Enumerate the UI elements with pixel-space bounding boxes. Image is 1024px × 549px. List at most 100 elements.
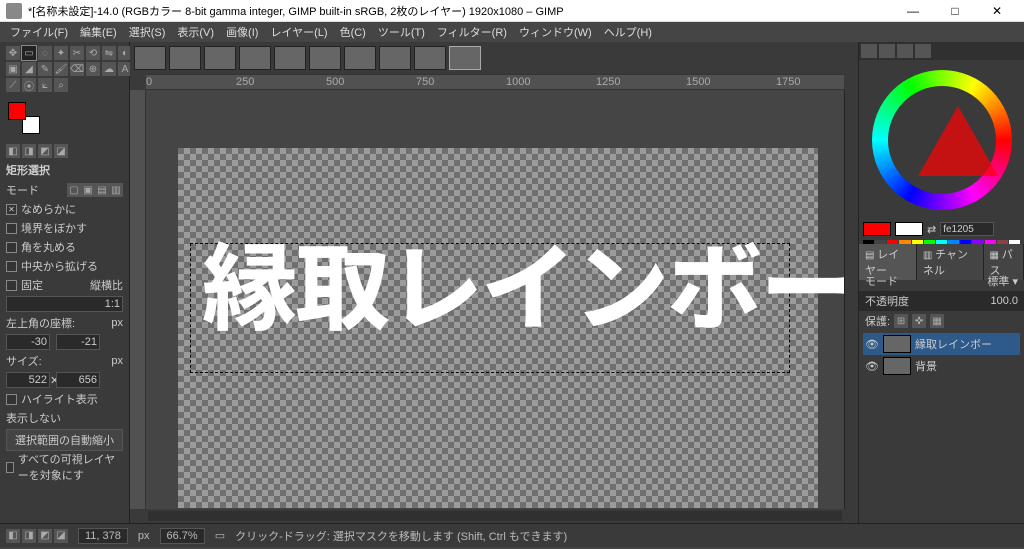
alllayers-checkbox[interactable] [6,462,14,473]
tool-rect-select[interactable]: ▭ [22,46,36,60]
horizontal-scrollbar[interactable] [130,509,858,523]
tool-move[interactable]: ✥ [6,46,20,60]
tool-clone[interactable]: ⊕ [86,62,100,76]
round-checkbox[interactable] [6,242,17,253]
visibility-icon[interactable]: 👁 [865,360,879,373]
tool-measure[interactable]: ⟀ [38,78,52,92]
antialias-checkbox[interactable]: ✕ [6,204,17,215]
fg-bg-color[interactable] [8,102,40,134]
size-h-input[interactable] [56,372,100,388]
autoshrink-button[interactable]: 選択範囲の自動縮小 [6,429,123,451]
image-tab-active[interactable] [449,46,481,70]
tool-gradient[interactable]: ◢ [22,62,36,76]
hex-input[interactable] [940,222,994,236]
tool-flip[interactable]: ⇋ [102,46,116,60]
statusbar-icon[interactable]: ◧ [6,529,20,543]
menu-item[interactable]: ツール(T) [372,22,431,42]
canvas-viewport[interactable]: 縁取レインボー [146,90,844,509]
channels-tab[interactable]: ▥ チャンネル [917,244,984,280]
layers-dock: ▤ レイヤー ▥ チャンネル ▦ パス モード標準 ▾ 不透明度100.0 保護… [859,252,1024,379]
close-button[interactable]: ✕ [976,0,1018,22]
tool-rotate[interactable]: ⟲ [86,46,100,60]
maximize-button[interactable]: □ [934,0,976,22]
menu-item[interactable]: ヘルプ(H) [598,22,658,42]
image-tab[interactable] [204,46,236,70]
tool-options-tab[interactable]: ◧ [6,144,20,158]
ratio-input[interactable] [6,296,123,312]
brushes-tab[interactable] [861,44,877,58]
vertical-scrollbar[interactable] [844,90,858,509]
lock-position[interactable]: ✜ [912,314,926,328]
image-tab[interactable] [134,46,166,70]
fg-swatch[interactable] [8,102,26,120]
image-tab[interactable] [344,46,376,70]
mode-replace[interactable]: ▢ [67,183,81,197]
statusbar-icon[interactable]: ◪ [54,529,68,543]
window-titlebar: *[名称未設定]-14.0 (RGBカラー 8-bit gamma intege… [0,0,1024,22]
image-tab[interactable] [309,46,341,70]
layer-row[interactable]: 👁背景 [863,355,1020,377]
right-dock: ⇄ ▤ レイヤー ▥ チャンネル ▦ パス モード標準 ▾ 不透明度100.0 … [858,42,1024,523]
history-tab[interactable]: ◩ [38,144,52,158]
mode-int[interactable]: ▥ [109,183,123,197]
tool-eraser[interactable]: ⌫ [70,62,84,76]
tool-pencil[interactable]: ✎ [38,62,52,76]
lock-alpha[interactable]: ▦ [930,314,944,328]
menu-item[interactable]: 表示(V) [171,22,220,42]
images-tab[interactable]: ◪ [54,144,68,158]
image-tabs [130,42,858,74]
feather-checkbox[interactable] [6,223,17,234]
menu-item[interactable]: 選択(S) [123,22,172,42]
layer-row[interactable]: 👁縁取レインボー [863,333,1020,355]
highlight-checkbox[interactable] [6,394,17,405]
fonts-tab[interactable] [897,44,913,58]
tool-options: ◧ ◨ ◩ ◪ 矩形選択 モード ▢ ▣ ▤ ▥ ✕なめらかに 境界をぼかす 角… [0,140,129,490]
menu-item[interactable]: 色(C) [334,22,372,42]
bg-color-swatch[interactable] [895,222,923,236]
tool-brush[interactable]: 🖌 [54,62,68,76]
image-tab[interactable] [414,46,446,70]
size-w-input[interactable] [6,372,50,388]
minimize-button[interactable]: — [892,0,934,22]
image-tab[interactable] [379,46,411,70]
canvas-text-layer: 縁取レインボー [202,234,792,329]
device-status-tab[interactable]: ◨ [22,144,36,158]
fg-color-swatch[interactable] [863,222,891,236]
tool-zoom[interactable]: ⌕ [54,78,68,92]
tool-fuzzy-select[interactable]: ✦ [54,46,68,60]
image-tab[interactable] [274,46,306,70]
tool-options-header: 矩形選択 [6,162,123,178]
status-unit[interactable]: px [138,530,150,542]
visibility-icon[interactable]: 👁 [865,338,879,351]
statusbar-icon[interactable]: ◨ [22,529,36,543]
statusbar-icon[interactable]: ◩ [38,529,52,543]
mode-sub[interactable]: ▤ [95,183,109,197]
menu-item[interactable]: ウィンドウ(W) [513,22,598,42]
image-tab[interactable] [239,46,271,70]
canvas[interactable]: 縁取レインボー [178,148,818,508]
menu-item[interactable]: 編集(E) [74,22,123,42]
tool-smudge[interactable]: ☁ [102,62,116,76]
history-tab[interactable] [915,44,931,58]
pos-x-input[interactable] [6,334,50,350]
menu-item[interactable]: レイヤー(L) [264,22,333,42]
patterns-tab[interactable] [879,44,895,58]
tool-picker[interactable]: ⦿ [22,78,36,92]
menu-item[interactable]: フィルター(R) [431,22,513,42]
swap-icon[interactable]: ⇄ [927,223,936,236]
tool-crop[interactable]: ✂ [70,46,84,60]
tool-path[interactable]: ⟋ [6,78,20,92]
fixed-checkbox[interactable] [6,280,17,291]
menu-item[interactable]: ファイル(F) [4,22,74,42]
menu-item[interactable]: 画像(I) [220,22,264,42]
mode-add[interactable]: ▣ [81,183,95,197]
zoom-level[interactable]: 66.7% [160,528,205,544]
lock-pixels[interactable]: ⊞ [894,314,908,328]
expand-checkbox[interactable] [6,261,17,272]
color-wheel[interactable] [859,60,1024,220]
image-tab[interactable] [169,46,201,70]
tool-bucket[interactable]: ▣ [6,62,20,76]
left-dock: ✥ ▭ ◌ ✦ ✂ ⟲ ⇋ ◐ ▣ ◢ ✎ 🖌 ⌫ ⊕ ☁ A ⟋ ⦿ ⟀ ⌕ [0,42,130,523]
tool-free-select[interactable]: ◌ [38,46,52,60]
pos-y-input[interactable] [56,334,100,350]
